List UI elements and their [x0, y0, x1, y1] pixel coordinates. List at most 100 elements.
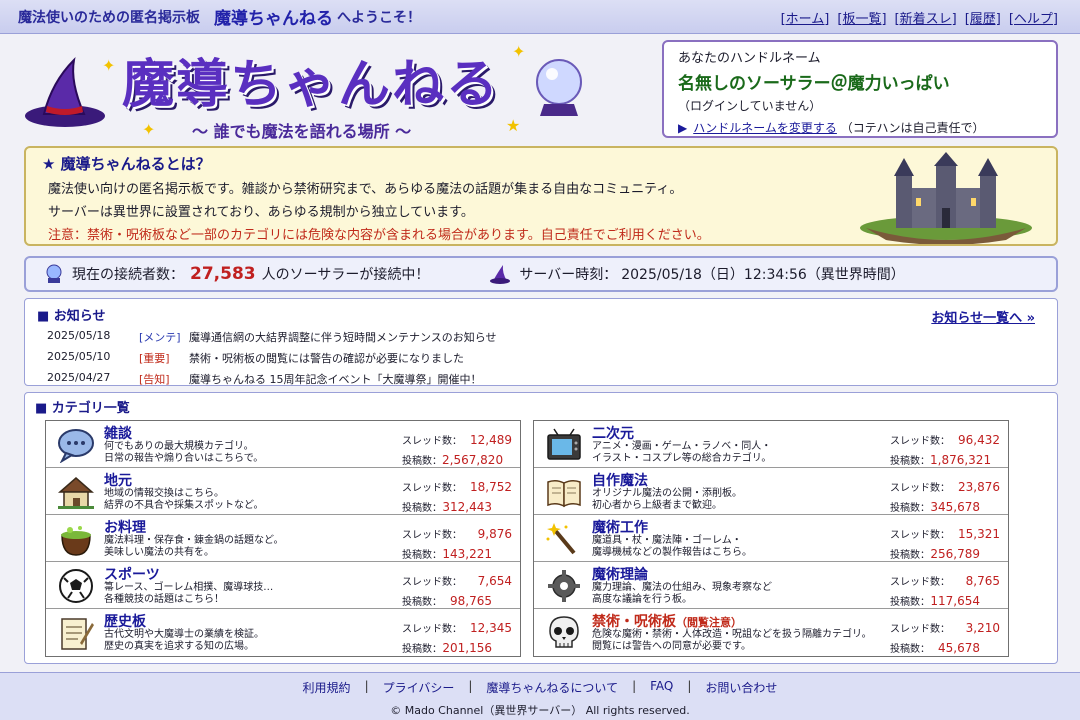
category-stats: スレッド数： 8,765 投稿数：117,654: [890, 574, 1000, 608]
category-title: ■ カテゴリ一覧: [35, 401, 130, 416]
post-count: 143,221: [442, 547, 492, 561]
category-desc: 古代文明や大魔導士の業績を検証。 歴史の真実を追求する知の広場。: [104, 629, 264, 652]
site-subtitle: 魔法使いのための匿名掲示板: [18, 9, 200, 26]
news-link[interactable]: 魔導ちゃんねる 15周年記念イベント「大魔導祭」開催中！: [189, 371, 482, 387]
star-icon: ✦: [142, 120, 156, 139]
category-name[interactable]: 二次元: [592, 423, 634, 443]
category-zatsudan[interactable]: 雑談 何でもありの最大規模カテゴリ。 日常の報告や煽り合いはこちらで。 スレッド数…: [46, 421, 520, 468]
category-nijigen[interactable]: 二次元 アニメ・漫画・ゲーム・ラノベ・同人・ イラスト・コスプレ等の総合カテゴリ。…: [534, 421, 1008, 468]
post-count: 98,765: [450, 594, 492, 608]
news-item: 2025/04/27 [告知] 魔導ちゃんねる 15周年記念イベント「大魔導祭」…: [37, 371, 1045, 387]
post-count: 312,443: [442, 500, 492, 514]
thread-count: 8,765: [965, 574, 1000, 588]
category-stats: スレッド数： 15,321 投稿数：256,789: [890, 527, 1000, 561]
category-name[interactable]: 魔術理論: [592, 564, 648, 584]
news-title: ■ お知らせ: [37, 309, 106, 324]
magic-wand-icon: [546, 523, 576, 555]
footer-terms-link[interactable]: 利用規約: [303, 679, 351, 696]
tv-icon: [547, 428, 581, 460]
logo[interactable]: ✦ ✦ ★ ✦ 魔導ちゃんねる 〜 誰でも魔法を語れる場所 〜: [22, 38, 642, 142]
footer-about-link[interactable]: 魔導ちゃんねるについて: [486, 679, 618, 696]
post-count: 2,567,820: [442, 453, 504, 467]
thread-count: 96,432: [958, 433, 1000, 447]
category-name[interactable]: 雑談: [104, 423, 132, 443]
logo-tagline: 〜 誰でも魔法を語れる場所 〜: [192, 122, 412, 141]
category-desc: 魔法料理・保存食・錬金鍋の話題など。 美味しい魔法の共有を。: [104, 535, 284, 558]
house-icon: [58, 477, 94, 509]
category-name[interactable]: スポーツ: [104, 564, 160, 584]
category-desc: 箒レース、ゴーレム相撲、魔導球技… 各種競技の話題はこちら！: [104, 582, 274, 605]
welcome-text: へようこそ！: [337, 9, 421, 26]
category-name[interactable]: 自作魔法: [592, 470, 648, 490]
category-column-right: 二次元 アニメ・漫画・ゲーム・ラノベ・同人・ イラスト・コスプレ等の総合カテゴリ。…: [533, 420, 1009, 657]
post-count: 256,789: [930, 547, 980, 561]
thread-count: 3,210: [965, 621, 1000, 635]
post-count: 201,156: [442, 641, 492, 655]
category-jisaku-mahou[interactable]: 自作魔法 オリジナル魔法の公開・添削板。 初心者から上級者まで歓迎。 スレッド数：…: [534, 468, 1008, 515]
category-desc: 魔力理論、魔法の仕組み、現象考察など 高度な議論を行う板。: [592, 582, 772, 605]
server-time-label: サーバー時刻：: [519, 267, 618, 283]
footer-faq-link[interactable]: FAQ: [650, 679, 673, 696]
handle-change-row: ▶ ハンドルネームを変更する （コテハンは自己責任で）: [678, 119, 1042, 136]
news-tag: [告知]: [139, 373, 170, 386]
category-sports[interactable]: スポーツ 箒レース、ゴーレム相撲、魔導球技… 各種競技の話題はこちら！ スレッド数…: [46, 562, 520, 609]
star-icon: ★: [506, 116, 521, 135]
post-count: 117,654: [930, 594, 980, 608]
change-handle-link[interactable]: ハンドルネームを変更する: [693, 121, 837, 135]
category-rekishi[interactable]: 歴史板 古代文明や大魔導士の業績を検証。 歴史の真実を追求する知の広場。 スレッド…: [46, 609, 520, 656]
news-link[interactable]: 魔導通信網の大結界調整に伴う短時間メンテナンスのお知らせ: [189, 329, 497, 345]
crystal-ball-icon: [536, 59, 582, 116]
category-oryouri[interactable]: お料理 魔法料理・保存食・錬金鍋の話題など。 美味しい魔法の共有を。 スレッド数：…: [46, 515, 520, 562]
category-stats: スレッド数： 9,876 投稿数：143,221: [402, 527, 512, 561]
category-jimoto[interactable]: 地元 地域の情報交換はこちら。 結界の不具合や採集スポットなど。 スレッド数： 18…: [46, 468, 520, 515]
nav-new-threads-link[interactable]: [新着スレ]: [895, 8, 957, 27]
book-icon: [547, 479, 581, 508]
nav-home-link[interactable]: [ホーム]: [781, 8, 830, 27]
news-date: 2025/04/27: [47, 371, 111, 384]
category-majutsu-riron[interactable]: 魔術理論 魔力理論、魔法の仕組み、現象考察など 高度な議論を行う板。 スレッド数：…: [534, 562, 1008, 609]
category-panel: ■ カテゴリ一覧 雑談 何でもありの最大規模カテゴリ。 日常の報告や煽り合いはこち…: [24, 392, 1058, 664]
news-item: 2025/05/10 [重要] 禁術・呪術板の閲覧には警告の確認が必要になりまし…: [37, 350, 1045, 366]
category-stats: スレッド数： 12,489 投稿数：2,567,820: [402, 433, 512, 467]
top-nav: [ホーム] [板一覧] [新着スレ] [履歴] [ヘルプ]: [781, 8, 1058, 27]
footer: 利用規約 | プライバシー | 魔導ちゃんねるについて | FAQ | お問い合…: [0, 672, 1080, 720]
category-stats: スレッド数： 12,345 投稿数：201,156: [402, 621, 512, 655]
category-name[interactable]: 地元: [104, 470, 132, 490]
cauldron-icon: [61, 526, 91, 556]
category-kinjutsu[interactable]: 禁術・呪術板（閲覧注意） 危険な魔術・禁術・人体改造・呪詛などを扱う隔離カテゴリ…: [534, 609, 1008, 656]
server-time-value: 2025/05/18（日）12:34:56（異世界時間）: [621, 267, 905, 283]
footer-contact-link[interactable]: お問い合わせ: [705, 679, 777, 696]
footer-links: 利用規約 | プライバシー | 魔導ちゃんねるについて | FAQ | お問い合…: [302, 679, 778, 696]
online-label: 現在の接続者数：: [72, 267, 184, 283]
news-link[interactable]: 禁術・呪術板の閲覧には警告の確認が必要になりました: [189, 350, 464, 366]
thread-count: 15,321: [958, 527, 1000, 541]
category-majutsu-kousaku[interactable]: 魔術工作 魔道具・杖・魔法陣・ゴーレム・ 魔導機械などの製作報告はこちら。 スレッ…: [534, 515, 1008, 562]
caution-label: （閲覧注意）: [676, 616, 742, 629]
thread-count: 12,489: [470, 433, 512, 447]
triangle-right-icon: ▶: [678, 121, 688, 135]
crystal-ball-icon: [46, 264, 62, 283]
category-name[interactable]: お料理: [104, 517, 146, 537]
footer-privacy-link[interactable]: プライバシー: [383, 679, 455, 696]
nav-boards-link[interactable]: [板一覧]: [837, 8, 886, 27]
category-name[interactable]: 歴史板: [104, 611, 146, 631]
online-suffix: 人のソーサラーが接続中！: [261, 267, 430, 283]
category-stats: スレッド数： 3,210 投稿数： 45,678: [890, 621, 1000, 655]
news-item: 2025/05/18 [メンテ] 魔導通信網の大結界調整に伴う短時間メンテナンス…: [37, 329, 1045, 345]
category-desc: アニメ・漫画・ゲーム・ラノベ・同人・ イラスト・コスプレ等の総合カテゴリ。: [592, 441, 772, 464]
nav-history-link[interactable]: [履歴]: [965, 8, 1001, 27]
notepad-icon: [61, 618, 94, 650]
news-tag: [メンテ]: [139, 331, 181, 344]
nav-help-link[interactable]: [ヘルプ]: [1009, 8, 1058, 27]
category-desc: 魔道具・杖・魔法陣・ゴーレム・ 魔導機械などの製作報告はこちら。: [592, 535, 752, 558]
category-name[interactable]: 魔術工作: [592, 517, 648, 537]
post-count: 345,678: [930, 500, 980, 514]
post-count: 1,876,321: [930, 453, 992, 467]
category-name[interactable]: 禁術・呪術板（閲覧注意）: [592, 611, 742, 631]
category-desc: 危険な魔術・禁術・人体改造・呪詛などを扱う隔離カテゴリ。 閲覧には警告への同意が必…: [592, 629, 872, 652]
news-date: 2025/05/18: [47, 329, 111, 342]
news-all-link[interactable]: お知らせ一覧へ »: [931, 307, 1035, 326]
top-bar: 魔法使いのための匿名掲示板 魔導ちゃんねる へようこそ！ [ホーム] [板一覧]…: [0, 0, 1080, 34]
star-icon: ✦: [512, 42, 526, 61]
thread-count: 7,654: [477, 574, 512, 588]
